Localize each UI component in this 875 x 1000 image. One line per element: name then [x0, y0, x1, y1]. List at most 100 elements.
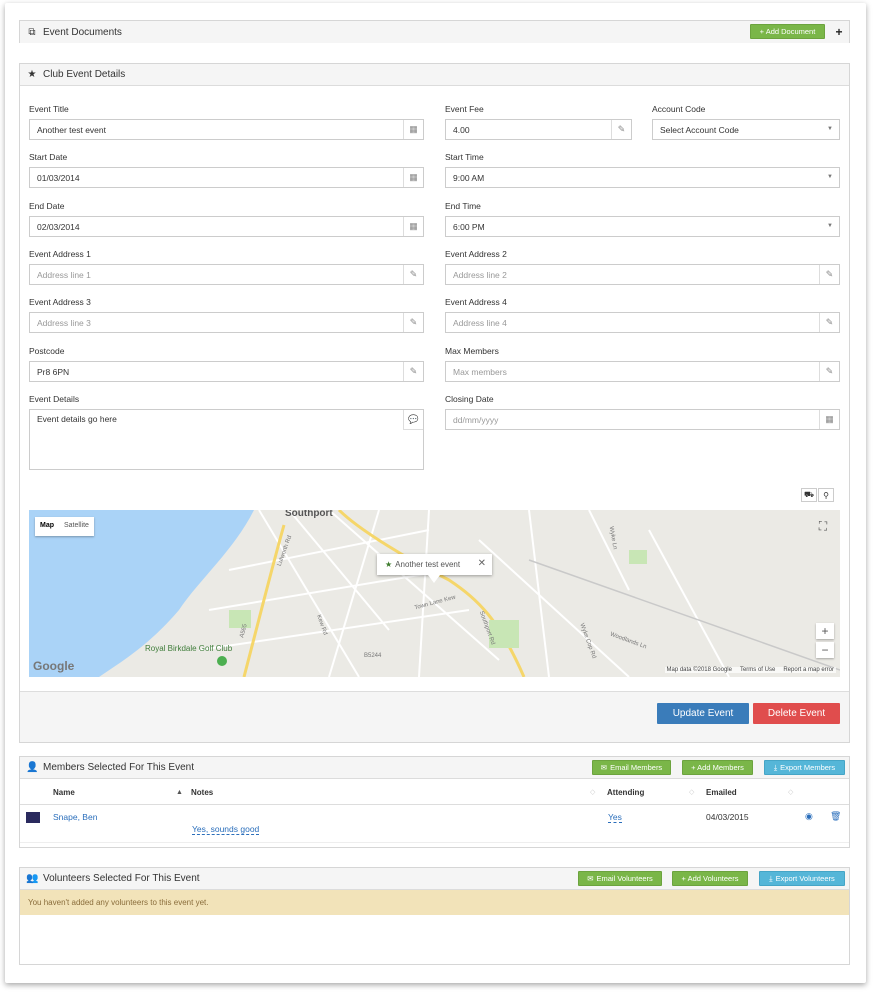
- member-notes[interactable]: Yes, sounds good: [192, 824, 260, 835]
- export-volunteers-label: Export Volunteers: [775, 874, 835, 883]
- event-fee-input[interactable]: 4.00 ✎: [445, 119, 632, 140]
- max-members-input[interactable]: Max members ✎: [445, 361, 840, 382]
- globe-icon[interactable]: ◉: [805, 811, 813, 822]
- closing-date-placeholder: dd/mm/yyyy: [453, 414, 499, 425]
- address1-label: Event Address 1: [29, 249, 91, 259]
- download-icon: ⤓: [773, 762, 778, 772]
- end-date-label: End Date: [29, 201, 65, 211]
- calendar-icon: ▦: [403, 217, 423, 236]
- add-volunteers-button[interactable]: + Add Volunteers: [672, 871, 748, 886]
- postcode-input[interactable]: Pr8 6PN ✎: [29, 361, 424, 382]
- members-header: 👤 Members Selected For This Event ✉ Emai…: [20, 757, 849, 779]
- google-logo: Google: [33, 659, 75, 673]
- delete-event-button[interactable]: Delete Event: [753, 703, 840, 724]
- map-type-satellite[interactable]: Satellite: [59, 517, 94, 536]
- address4-input[interactable]: Address line 4 ✎: [445, 312, 840, 333]
- email-members-button[interactable]: ✉ Email Members: [592, 760, 671, 775]
- export-volunteers-button[interactable]: ⤓ Export Volunteers: [759, 871, 845, 886]
- envelope-icon: ✉: [600, 763, 608, 772]
- start-time-value: 9:00 AM: [453, 172, 485, 183]
- plus-icon[interactable]: +: [830, 24, 848, 39]
- event-fee-value: 4.00: [453, 124, 470, 135]
- email-members-label: Email Members: [610, 763, 663, 772]
- southport-road: [337, 510, 526, 677]
- closing-date-label: Closing Date: [445, 394, 494, 404]
- close-icon[interactable]: ✕: [478, 558, 486, 569]
- map-road-b5244: B5244: [364, 653, 382, 659]
- event-details-label: Event Details: [29, 394, 80, 404]
- column-attending[interactable]: Attending: [607, 788, 644, 797]
- pencil-icon: ✎: [819, 313, 839, 332]
- members-title: Members Selected For This Event: [43, 762, 194, 773]
- add-document-button[interactable]: + Add Document: [750, 24, 825, 39]
- zoom-out-button[interactable]: −: [816, 642, 834, 658]
- sort-icon[interactable]: ◇: [590, 788, 595, 796]
- users-icon: 👥: [26, 873, 39, 884]
- event-fee-label: Event Fee: [445, 104, 484, 114]
- account-code-select[interactable]: Select Account Code ▼: [652, 119, 840, 140]
- a565-road: [242, 524, 286, 677]
- address2-placeholder: Address line 2: [453, 269, 507, 280]
- account-code-value: Select Account Code: [660, 124, 739, 135]
- sort-icon[interactable]: ◇: [788, 788, 793, 796]
- column-notes[interactable]: Notes: [191, 788, 213, 797]
- max-members-label: Max Members: [445, 346, 499, 356]
- members-panel: 👤 Members Selected For This Event ✉ Emai…: [19, 756, 850, 848]
- end-date-value: 02/03/2014: [37, 221, 80, 232]
- end-date-input[interactable]: 02/03/2014 ▦: [29, 216, 424, 237]
- sort-icon[interactable]: ◇: [689, 788, 694, 796]
- column-name[interactable]: Name: [53, 788, 75, 797]
- event-details-textarea[interactable]: Event details go here 💬: [29, 409, 424, 470]
- star-icon: ★: [27, 69, 37, 80]
- volunteers-header: 👥 Volunteers Selected For This Event ✉ E…: [20, 868, 849, 890]
- green-area: [629, 550, 647, 564]
- zoom-icon[interactable]: ⚲: [818, 488, 834, 502]
- address1-input[interactable]: Address line 1 ✎: [29, 264, 424, 285]
- column-emailed[interactable]: Emailed: [706, 788, 737, 797]
- map-type-map[interactable]: Map: [35, 517, 59, 536]
- pencil-icon: ✎: [611, 120, 631, 139]
- zoom-in-button[interactable]: +: [816, 623, 834, 639]
- start-date-input[interactable]: 01/03/2014 ▦: [29, 167, 424, 188]
- end-time-value: 6:00 PM: [453, 221, 485, 232]
- sort-asc-icon[interactable]: ▲: [176, 789, 183, 796]
- copy-icon: ⧉: [28, 26, 36, 38]
- start-time-select[interactable]: 9:00 AM ▼: [445, 167, 840, 188]
- map[interactable]: Southport Royal Birkdale Golf Club Lulwo…: [29, 510, 840, 677]
- golf-marker: [217, 656, 227, 666]
- volunteers-title: Volunteers Selected For This Event: [43, 873, 200, 884]
- address3-input[interactable]: Address line 3 ✎: [29, 312, 424, 333]
- caret-down-icon: ▼: [827, 223, 833, 229]
- update-event-button[interactable]: Update Event: [657, 703, 749, 724]
- trash-icon[interactable]: 🗑: [830, 811, 841, 822]
- email-volunteers-button[interactable]: ✉ Email Volunteers: [578, 871, 662, 886]
- pencil-icon: ✎: [403, 265, 423, 284]
- export-members-button[interactable]: ⤓ Export Members: [764, 760, 845, 775]
- address2-input[interactable]: Address line 2 ✎: [445, 264, 840, 285]
- postcode-label: Postcode: [29, 346, 65, 356]
- envelope-icon: ✉: [587, 874, 594, 883]
- details-title: Club Event Details: [43, 69, 126, 80]
- info-window-pointer: [428, 575, 440, 583]
- add-members-button[interactable]: + Add Members: [682, 760, 753, 775]
- caret-down-icon: ▼: [827, 174, 833, 180]
- car-icon[interactable]: ⛟: [801, 488, 817, 502]
- member-emailed: 04/03/2015: [706, 812, 749, 822]
- closing-date-input[interactable]: dd/mm/yyyy ▦: [445, 409, 840, 430]
- star-icon: ★: [385, 560, 393, 569]
- end-time-label: End Time: [445, 201, 481, 211]
- map-info-text: Another test event: [395, 560, 461, 569]
- max-members-placeholder: Max members: [453, 366, 507, 377]
- export-members-label: Export Members: [780, 763, 836, 772]
- fullscreen-icon[interactable]: ⛶: [814, 517, 832, 535]
- map-place-southport: Southport: [285, 510, 333, 519]
- map-report-link[interactable]: Report a map error: [783, 667, 834, 673]
- event-title-input[interactable]: Another test event ▦: [29, 119, 424, 140]
- map-attribution: Map data ©2018 Google: [666, 667, 732, 673]
- map-terms-link[interactable]: Terms of Use: [740, 667, 775, 673]
- event-details-value: Event details go here: [37, 414, 117, 424]
- end-time-select[interactable]: 6:00 PM ▼: [445, 216, 840, 237]
- member-name-link[interactable]: Snape, Ben: [53, 812, 97, 822]
- address1-placeholder: Address line 1: [37, 269, 91, 280]
- member-attending[interactable]: Yes: [608, 812, 622, 823]
